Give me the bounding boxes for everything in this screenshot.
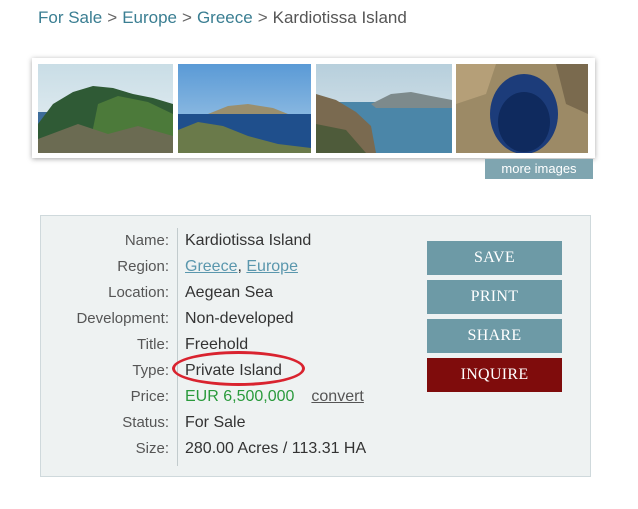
share-button[interactable]: SHARE bbox=[427, 319, 562, 353]
value-price: EUR 6,500,000 bbox=[185, 388, 295, 405]
region-separator: , bbox=[237, 258, 242, 275]
breadcrumb-separator: > bbox=[107, 8, 118, 27]
save-button[interactable]: SAVE bbox=[427, 241, 562, 275]
breadcrumb-separator: > bbox=[257, 8, 268, 27]
breadcrumb-greece[interactable]: Greece bbox=[197, 8, 253, 27]
value-price-row: EUR 6,500,000 convert bbox=[185, 386, 425, 412]
sea-cave-image[interactable] bbox=[456, 64, 588, 153]
island-coast-image[interactable] bbox=[38, 64, 173, 153]
details-values: Kardiotissa Island Greece, Europe Aegean… bbox=[185, 230, 425, 464]
label-type: Type: bbox=[132, 362, 169, 379]
convert-link[interactable]: convert bbox=[311, 388, 363, 405]
value-type: Private Island bbox=[185, 362, 282, 379]
inquire-button[interactable]: INQUIRE bbox=[427, 358, 562, 392]
label-size: Size: bbox=[135, 440, 169, 457]
details-labels: Name: Region: Location: Development: Tit… bbox=[41, 230, 169, 464]
label-name: Name: bbox=[124, 232, 169, 249]
breadcrumb-for-sale[interactable]: For Sale bbox=[38, 8, 102, 27]
region-country-link[interactable]: Greece bbox=[185, 258, 237, 275]
value-development: Non-developed bbox=[185, 310, 294, 327]
label-price: Price: bbox=[130, 388, 169, 405]
label-title: Title: bbox=[137, 336, 169, 353]
label-region: Region: bbox=[117, 258, 169, 275]
breadcrumb: For Sale > Europe > Greece > Kardiotissa Islan… bbox=[38, 8, 407, 28]
print-button[interactable]: PRINT bbox=[427, 280, 562, 314]
details-divider bbox=[177, 228, 178, 466]
value-name: Kardiotissa Island bbox=[185, 232, 312, 249]
value-size: 280.00 Acres / 113.31 HA bbox=[185, 440, 367, 457]
label-development: Development: bbox=[76, 310, 169, 327]
value-status: For Sale bbox=[185, 414, 246, 431]
label-status: Status: bbox=[122, 414, 169, 431]
region-continent-link[interactable]: Europe bbox=[246, 258, 298, 275]
breadcrumb-separator: > bbox=[182, 8, 192, 27]
image-gallery bbox=[32, 58, 595, 158]
breadcrumb-current: Kardiotissa Island bbox=[272, 8, 407, 27]
value-region: Greece, Europe bbox=[185, 256, 425, 282]
value-title: Freehold bbox=[185, 336, 249, 353]
value-location: Aegean Sea bbox=[185, 284, 274, 301]
breadcrumb-europe[interactable]: Europe bbox=[122, 8, 177, 27]
cliff-coast-image[interactable] bbox=[316, 64, 452, 153]
more-images-button[interactable]: more images bbox=[485, 159, 593, 179]
island-sea-image[interactable] bbox=[178, 64, 311, 153]
label-location: Location: bbox=[108, 284, 169, 301]
